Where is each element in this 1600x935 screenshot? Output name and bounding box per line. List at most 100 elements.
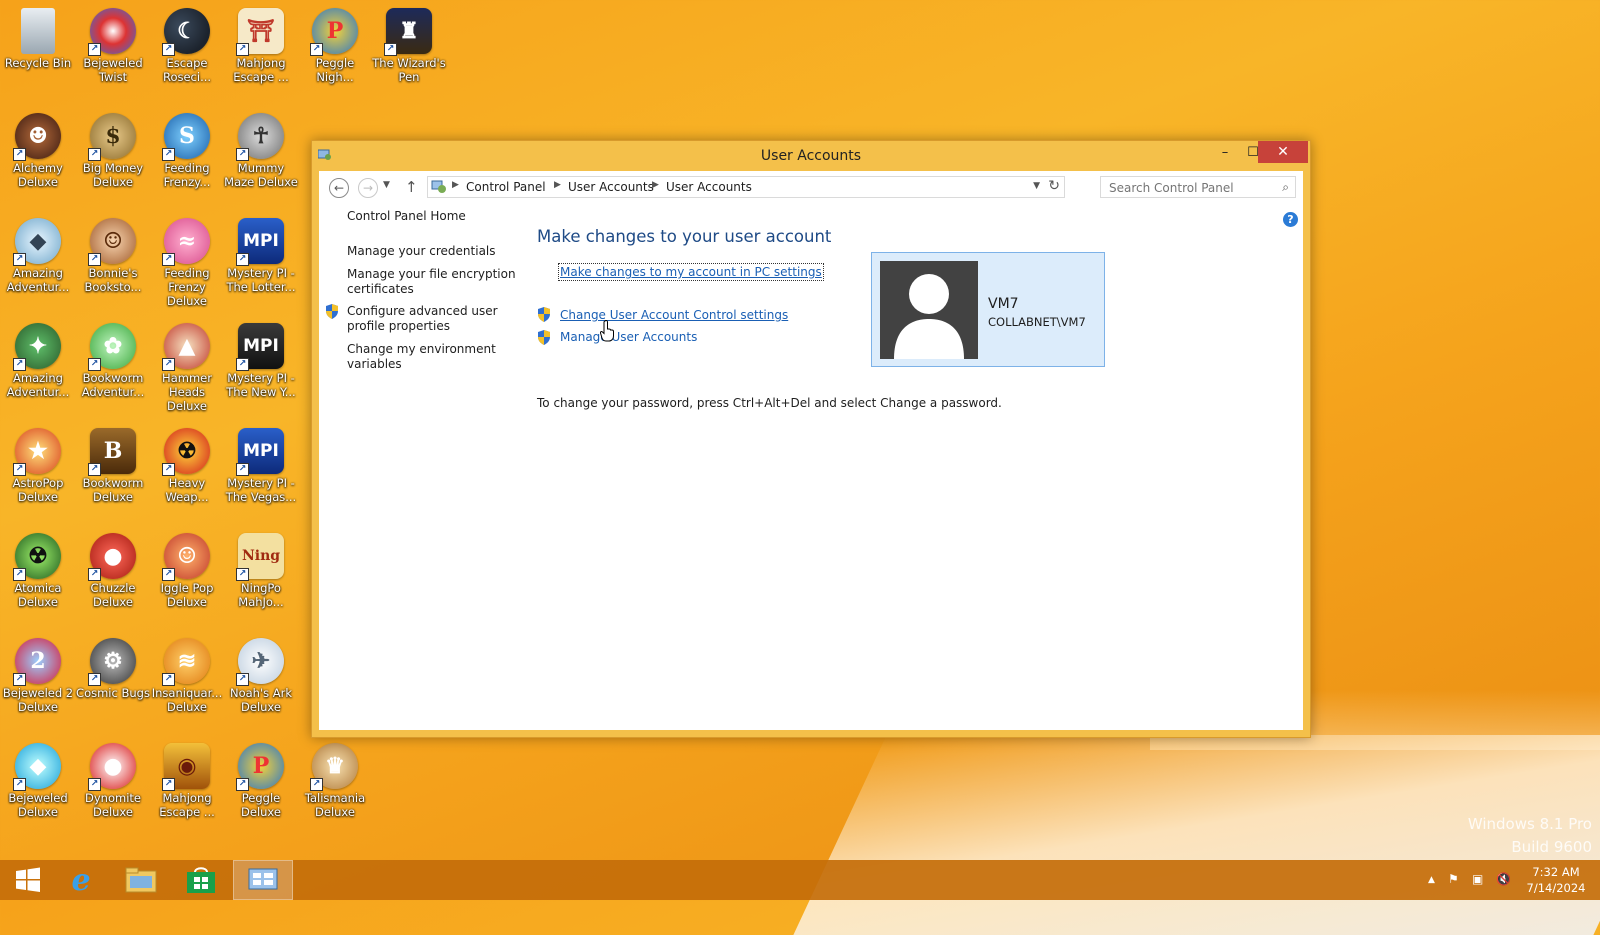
desktop-icon-label: NingPo MahJo... [238, 581, 284, 609]
desktop-icon-atomica[interactable]: ☢ ↗ Atomica Deluxe [0, 527, 76, 632]
up-button[interactable]: ↑ [405, 178, 418, 196]
desktop-icon-label: Escape Roseci... [162, 56, 212, 84]
mummy-icon: ☥ ↗ [236, 113, 284, 161]
desktop-icon-bejeweled-twist[interactable]: ↗ Bejeweled Twist [75, 2, 151, 107]
desktop-icon-mystery-pi-vegas[interactable]: MPI ↗ Mystery PI - The Vegas... [223, 422, 299, 527]
desktop-icon-noahs-ark[interactable]: ✈ ↗ Noah's Ark Deluxe [223, 632, 299, 737]
breadcrumb-user-accounts-current[interactable]: User Accounts [666, 180, 752, 194]
desktop-icon-label: Amazing Adventur... [6, 371, 70, 399]
desktop-icon-label: Talismania Deluxe [304, 791, 366, 819]
gem-icon: ↗ [88, 8, 136, 56]
sidebar-link-advanced-profile[interactable]: Configure advanced user profile properti… [347, 304, 517, 334]
number-two-gem-icon: 2 ↗ [13, 638, 61, 686]
taskbar-file-explorer[interactable] [113, 860, 169, 900]
desktop-icon-mystery-pi-new-york[interactable]: MPI ↗ Mystery PI - The New Y... [223, 317, 299, 422]
desktop-icon-insaniquarium[interactable]: ≋ ↗ Insaniquar... Deluxe [149, 632, 225, 737]
uac-shield-icon [326, 304, 338, 319]
hand-pointer-icon [600, 320, 614, 342]
address-dropdown-icon[interactable]: ▼ [1033, 181, 1040, 191]
desktop-icon-bonnies-bookstore[interactable]: ☺ ↗ Bonnie's Booksto... [75, 212, 151, 317]
network-icon[interactable]: ▣ [1472, 872, 1483, 886]
desktop-icon-peggle-deluxe[interactable]: P ↗ Peggle Deluxe [223, 737, 299, 842]
clock-time: 7:32 AM [1532, 865, 1580, 879]
address-bar[interactable]: ▶ Control Panel ▶ User Accounts ▶ User A… [427, 176, 1065, 198]
desktop-icon-mahjong-escape-2[interactable]: ◉ ↗ Mahjong Escape ... [149, 737, 225, 842]
sidebar-link-environment-variables[interactable]: Change my environment variables [347, 342, 517, 372]
taskbar-control-panel[interactable] [233, 860, 293, 900]
midas-figure-icon: ♛ ↗ [310, 743, 358, 791]
volume-muted-icon[interactable]: 🔇 [1496, 872, 1511, 886]
sidebar-link-control-panel-home[interactable]: Control Panel Home [347, 209, 517, 224]
desktop-icon-hammer-heads[interactable]: ▲ ↗ Hammer Heads Deluxe [149, 317, 225, 422]
iggle-icon: ☺ ↗ [162, 533, 210, 581]
sidebar-link-manage-credentials[interactable]: Manage your credentials [347, 244, 517, 259]
desktop-icon-label: Mystery PI - The New Y... [226, 371, 296, 399]
breadcrumb-control-panel[interactable]: Control Panel [466, 180, 546, 194]
bonnie-face-icon: ☺ ↗ [88, 218, 136, 266]
mpi-logo-icon: MPI ↗ [236, 218, 284, 266]
desktop-icon-big-money[interactable]: $ ↗ Big Money Deluxe [75, 107, 151, 212]
uac-settings-link[interactable]: Change User Account Control settings [560, 308, 788, 322]
desktop-icon-bejeweled-deluxe[interactable]: ◆ ↗ Bejeweled Deluxe [0, 737, 76, 842]
back-button[interactable]: ← [329, 178, 349, 198]
sidebar-link-file-encryption[interactable]: Manage your file encryption certificates [347, 267, 517, 297]
taskbar-store[interactable] [173, 860, 229, 900]
atom-icon: ☢ ↗ [13, 533, 61, 581]
window-client-area: ← → ▼ ↑ ▶ Control Panel ▶ User Accounts [319, 171, 1303, 730]
desktop-icon-dynomite[interactable]: ● ↗ Dynomite Deluxe [75, 737, 151, 842]
desktop-icon-amazing-adventures-2[interactable]: ✦ ↗ Amazing Adventur... [0, 317, 76, 422]
windows-build-watermark: Build 9600 [1511, 838, 1592, 856]
desktop-icon-mahjong-escape[interactable]: ⛩ ↗ Mahjong Escape ... [223, 2, 299, 107]
pc-settings-link[interactable]: Make changes to my account in PC setting… [558, 263, 824, 281]
windows-edition-watermark: Windows 8.1 Pro [1467, 815, 1592, 833]
account-tile[interactable]: VM7 COLLABNET\VM7 [871, 252, 1105, 367]
desktop-icon-feeding-frenzy-2[interactable]: S ↗ Feeding Frenzy... [149, 107, 225, 212]
refresh-icon[interactable]: ↻ [1048, 178, 1060, 194]
close-button[interactable]: ✕ [1258, 141, 1308, 163]
desktop-icon-talismania[interactable]: ♛ ↗ Talismania Deluxe [297, 737, 373, 842]
desktop-icon-escape-rosecliff[interactable]: ☾ ↗ Escape Roseci... [149, 2, 225, 107]
desktop-icon-feeding-frenzy-deluxe[interactable]: ≈ ↗ Feeding Frenzy Deluxe [149, 212, 225, 317]
taskbar-internet-explorer[interactable]: e [53, 860, 109, 900]
desktop-icon-amazing-adventures-1[interactable]: ◆ ↗ Amazing Adventur... [0, 212, 76, 317]
desktop-icon-alchemy[interactable]: ☻ ↗ Alchemy Deluxe [0, 107, 76, 212]
desktop-icon-wizards-pen[interactable]: ♜ ↗ The Wizard's Pen [371, 2, 447, 107]
system-clock[interactable]: 7:32 AM 7/14/2024 [1516, 864, 1596, 896]
desktop-icon-peggle-nights[interactable]: P ↗ Peggle Nigh... [297, 2, 373, 107]
book-icon: B ↗ [88, 428, 136, 476]
search-input[interactable] [1107, 178, 1271, 198]
page-title: Make changes to your user account [537, 227, 832, 246]
desktop-icon-heavy-weapon[interactable]: ☢ ↗ Heavy Weap... [149, 422, 225, 527]
show-hidden-icons-chevron-up-icon[interactable]: ▲ [1428, 875, 1435, 885]
forward-button[interactable]: → [358, 178, 378, 198]
desktop-icon-mystery-pi-lottery[interactable]: MPI ↗ Mystery PI - The Lotter... [223, 212, 299, 317]
desktop-icon-bookworm-deluxe[interactable]: B ↗ Bookworm Deluxe [75, 422, 151, 527]
account-domain: COLLABNET\VM7 [988, 315, 1086, 329]
desktop-icon-ningpo-mahjong[interactable]: Ning ↗ NingPo MahJo... [223, 527, 299, 632]
start-button[interactable] [0, 860, 56, 900]
dinosaur-egg-icon: ● ↗ [88, 743, 136, 791]
desktop-icon-cosmic-bugs[interactable]: ⚙ ↗ Cosmic Bugs [75, 632, 151, 737]
help-icon[interactable]: ? [1283, 212, 1298, 227]
breadcrumb-user-accounts[interactable]: User Accounts [568, 180, 654, 194]
desktop-icon-bookworm-adventures[interactable]: ✿ ↗ Bookworm Adventur... [75, 317, 151, 422]
window-titlebar[interactable]: User Accounts – ☐ ✕ [312, 141, 1310, 171]
desktop-icon-iggle-pop[interactable]: ☺ ↗ Iggle Pop Deluxe [149, 527, 225, 632]
desktop-icon-chuzzle[interactable]: ● ↗ Chuzzle Deluxe [75, 527, 151, 632]
moon-icon: ☾ ↗ [162, 8, 210, 56]
recent-locations-button[interactable]: ▼ [383, 180, 390, 190]
action-center-flag-icon[interactable]: ⚑ [1448, 872, 1459, 886]
desktop-icon-astropop[interactable]: ★ ↗ AstroPop Deluxe [0, 422, 76, 527]
star-icon: ★ ↗ [13, 428, 61, 476]
desktop-icon-bejeweled-2[interactable]: 2 ↗ Bejeweled 2 Deluxe [0, 632, 76, 737]
desktop-icon-label: Alchemy Deluxe [13, 161, 63, 189]
desktop-icon-recycle-bin[interactable]: Recycle Bin [0, 2, 76, 107]
search-box[interactable]: ⌕ [1100, 176, 1296, 198]
desktop-icon-mummy-maze[interactable]: ☥ ↗ Mummy Maze Deluxe [223, 107, 299, 212]
password-instructions: To change your password, press Ctrl+Alt+… [537, 396, 1002, 410]
minimize-button[interactable]: – [1210, 141, 1240, 163]
recycle-bin-icon [21, 8, 55, 54]
gear-icon: ⚙ ↗ [88, 638, 136, 686]
search-icon[interactable]: ⌕ [1282, 180, 1289, 195]
manage-user-accounts-link[interactable]: Manage User Accounts [560, 330, 697, 344]
